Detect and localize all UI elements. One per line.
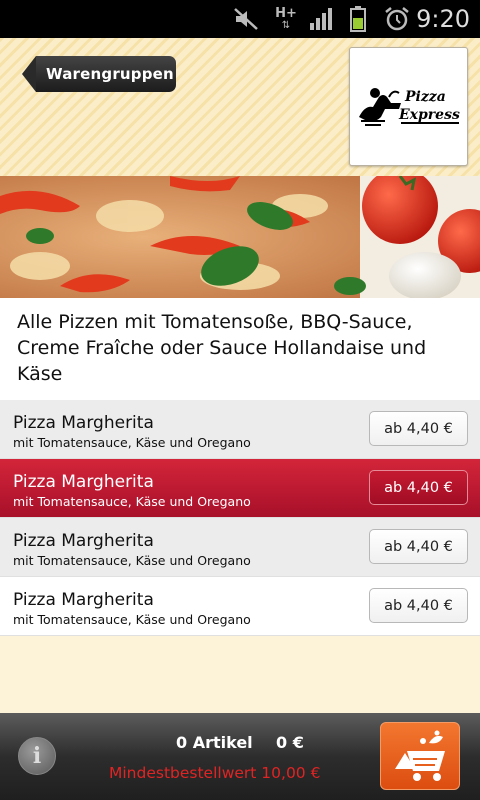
back-button[interactable]: Warengruppen [22, 56, 176, 92]
logo-text-pizza: Pizza [404, 89, 446, 105]
product-name: Pizza Margherita [13, 472, 154, 492]
category-description-text: Alle Pizzen mit Tomatensoße, BBQ-Sauce, … [17, 311, 427, 385]
minimum-order-value: Mindestbestellwert 10,00 € [109, 764, 321, 782]
cart-footer-bar: i 0 Artikel 0 € Mindestbestellwert 10,00… [0, 713, 480, 800]
category-banner-image [0, 176, 480, 298]
back-button-label: Warengruppen [36, 56, 176, 92]
product-subtitle: mit Tomatensauce, Käse und Oregano [13, 553, 251, 568]
info-icon-label: i [32, 743, 42, 769]
product-name: Pizza Margherita [13, 413, 154, 433]
product-subtitle: mit Tomatensauce, Käse und Oregano [13, 494, 251, 509]
price-button[interactable]: ab 4,40 € [369, 470, 468, 505]
info-icon[interactable]: i [18, 737, 56, 775]
battery-icon [347, 6, 369, 32]
cart-article-count: 0 Artikel [176, 733, 253, 752]
product-row[interactable]: Pizza Margherita mit Tomatensauce, Käse … [0, 518, 480, 577]
price-button[interactable]: ab 4,40 € [369, 529, 468, 564]
cart-total: 0 € [276, 733, 304, 752]
product-list: Pizza Margherita mit Tomatensauce, Käse … [0, 400, 480, 636]
product-subtitle: mit Tomatensauce, Käse und Oregano [13, 435, 251, 450]
product-row-selected[interactable]: Pizza Margherita mit Tomatensauce, Käse … [0, 459, 480, 518]
price-button[interactable]: ab 4,40 € [369, 411, 468, 446]
mute-icon [232, 6, 260, 32]
price-button[interactable]: ab 4,40 € [369, 588, 468, 623]
logo: Pizza Express [349, 47, 468, 166]
product-name: Pizza Margherita [13, 531, 154, 551]
product-row[interactable]: Pizza Margherita mit Tomatensauce, Käse … [0, 400, 480, 459]
product-name: Pizza Margherita [13, 590, 154, 610]
signal-icon [308, 6, 334, 32]
shopping-cart-icon [395, 730, 445, 781]
network-h-plus-icon: H+ ⇅ [275, 6, 297, 31]
network-type-label: H+ [275, 6, 297, 21]
alarm-icon [383, 6, 411, 32]
status-bar: H+ ⇅ 9:20 [0, 0, 480, 38]
status-time: 9:20 [416, 5, 470, 33]
product-subtitle: mit Tomatensauce, Käse und Oregano [13, 612, 251, 627]
category-description: Alle Pizzen mit Tomatensoße, BBQ-Sauce, … [0, 298, 480, 400]
product-row[interactable]: Pizza Margherita mit Tomatensauce, Käse … [0, 577, 480, 636]
logo-text-express: Express [398, 107, 460, 123]
header: Warengruppen Pizza Express [0, 38, 480, 176]
back-arrow-icon [22, 56, 36, 92]
shopping-cart-button[interactable] [380, 722, 460, 790]
